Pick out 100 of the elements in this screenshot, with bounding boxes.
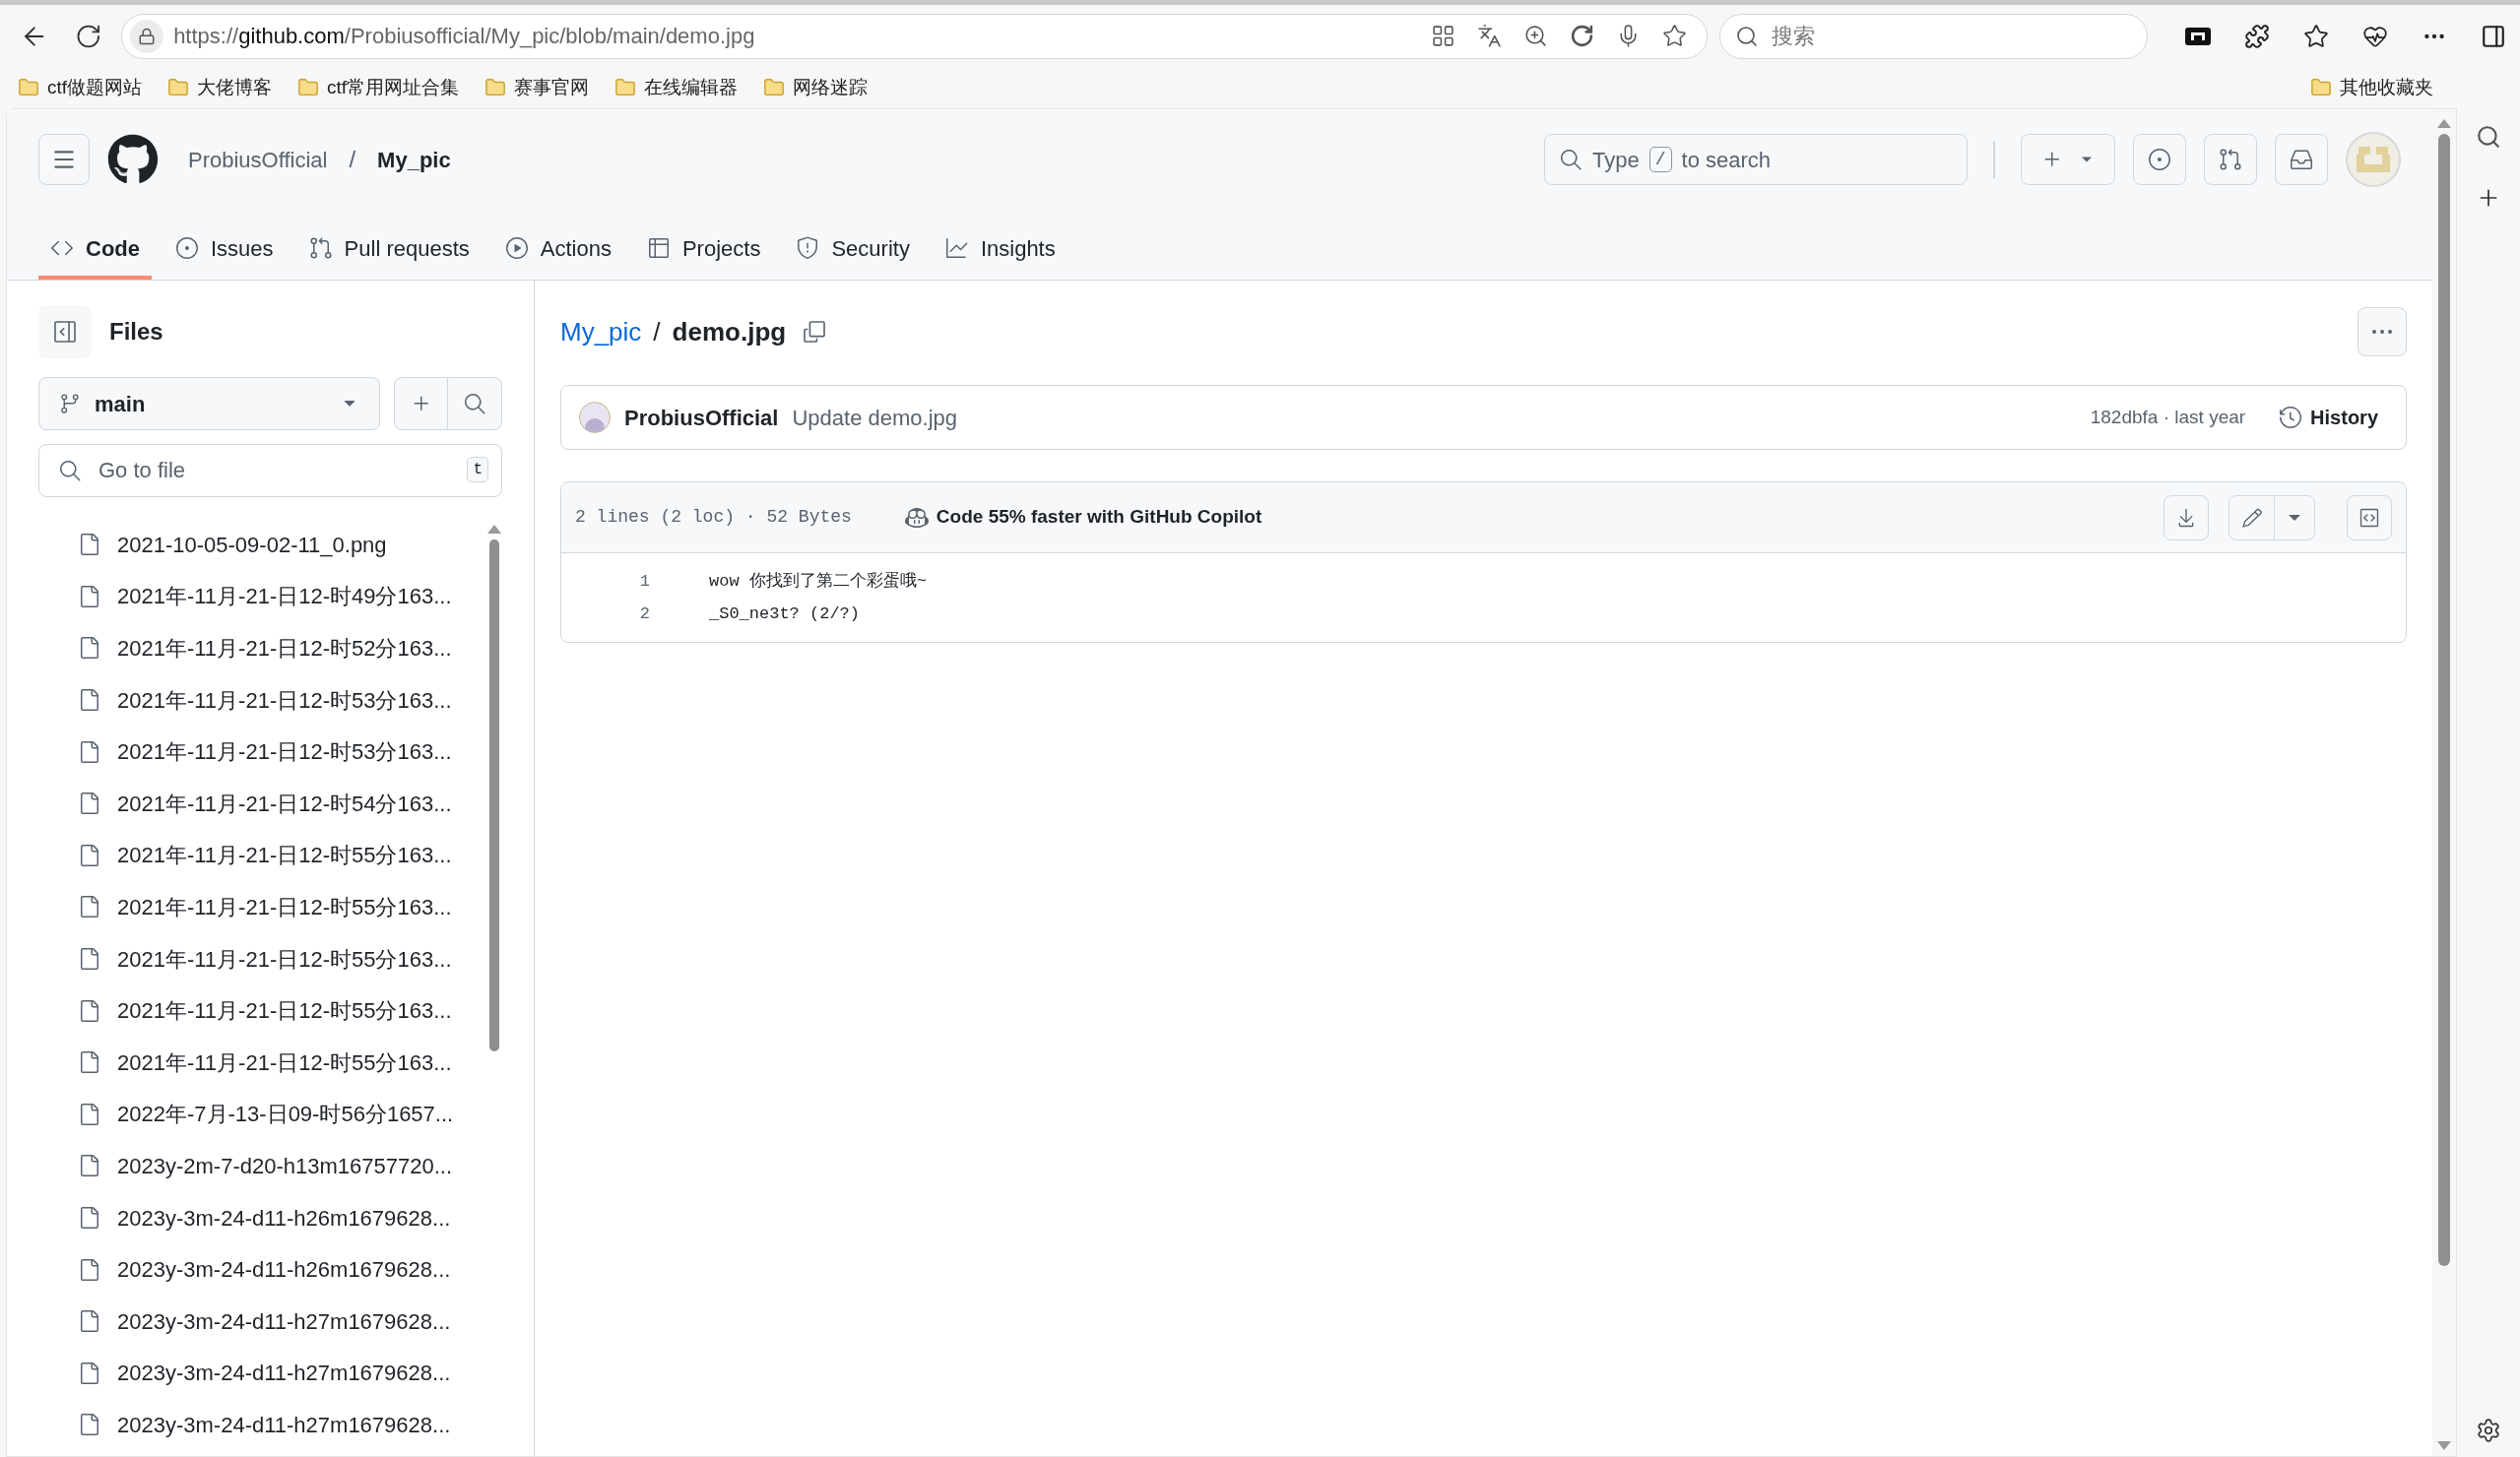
file-tree-item[interactable]: 2022年-7月-13-日09-时56分1657... [38,1088,486,1141]
file-tree-item[interactable]: 2021年-11月-21-日12-时55分163... [38,984,486,1037]
repo-tab[interactable]: Pull requests [296,221,482,280]
file-tree-item[interactable]: 2021年-11月-21-日12-时55分163... [38,881,486,933]
url-text: https://github.com/Probiusofficial/My_pic/blob/main/demo.jpg [173,23,755,50]
file-tree-item[interactable]: 2021年-11月-21-日12-时54分163... [38,777,486,830]
file-tree-item[interactable]: 2021年-11月-21-日12-时55分163... [38,829,486,882]
file-tree-item[interactable]: 2021年-11月-21-日12-时55分163... [38,1036,486,1089]
issues-button[interactable] [2133,134,2186,185]
file-tree-item[interactable]: 2021-10-05-09-02-11_0.png [38,519,486,571]
extensions-icon[interactable] [2244,23,2270,49]
file-tree-item[interactable]: 2023y-3m-24-d11-h27m1679628... [38,1295,486,1348]
file-icon [78,1361,101,1385]
branch-selector[interactable]: main [38,377,380,430]
favorites-list-icon[interactable] [2303,23,2329,49]
browser-search-field[interactable]: 搜索 [1718,13,2148,59]
file-tree-item[interactable]: 2023y-3m-24-d11-h26m1679628... [38,1243,486,1296]
inbox-button[interactable] [2275,134,2328,185]
graph-icon [944,236,969,260]
bookmark-item[interactable]: 在线编辑器 [614,73,739,102]
files-heading: Files [109,317,163,347]
folder-icon [763,77,786,98]
folder-icon [297,77,320,98]
copy-icon[interactable] [802,319,828,345]
file-icon [78,998,101,1023]
pull-request-icon [308,236,333,260]
file-tree-item[interactable]: 2023y-3m-24-d11-h27m1679628... [38,1399,486,1451]
collapse-sidebar-button[interactable] [38,305,92,358]
shortcut-key: t [467,457,488,482]
history-button[interactable]: History [2269,396,2388,439]
copilot-icon [904,505,929,530]
folder-icon [167,77,190,98]
file-icon [78,1102,101,1126]
issue-icon [2148,148,2171,171]
file-name: demo.jpg [672,315,787,348]
file-tree-item[interactable]: 2021年-11月-21-日12-时52分163... [38,622,486,674]
file-tree-item[interactable]: 2021年-11月-21-日12-时55分163... [38,932,486,985]
file-icon [78,1050,101,1075]
search-icon[interactable] [2476,124,2501,150]
search-icon [58,459,82,482]
bookmark-item[interactable]: 其他收藏夹 [2310,73,2433,102]
file-icon [78,1154,101,1178]
repo-tab[interactable]: Code [38,221,152,280]
bookmark-item[interactable]: 网络迷踪 [763,73,869,102]
copilot-link[interactable]: Code 55% faster with GitHub Copilot [904,503,1262,532]
owner-link[interactable]: ProbiusOfficial [188,143,328,176]
pull-request-icon [2219,148,2242,171]
bookmark-item[interactable]: 赛事官网 [485,73,590,102]
bookmark-item[interactable]: ctf做题网站 [18,73,143,102]
file-tree-item[interactable]: 2023y-3m-24-d11-h27m1679628... [38,1347,486,1400]
folder-icon [2310,77,2332,98]
repo-tab[interactable]: Security [784,221,922,280]
file-icon [78,843,101,867]
breadcrumb-link[interactable]: My_pic [560,312,642,351]
commit-meta: 182dbfa · last year [2090,405,2246,429]
github-logo-icon[interactable] [107,134,159,185]
download-button[interactable] [2164,494,2209,540]
zoom-icon[interactable] [1522,24,1548,48]
code-line: wow 你找到了第二个彩蛋哦~ [709,570,927,593]
more-icon [2372,330,2392,334]
repo-tab[interactable]: Projects [634,221,773,280]
file-tree-item[interactable]: 2021年-11月-21-日12-时49分163... [38,570,486,623]
settings-icon[interactable] [2476,1418,2501,1443]
file-stats: 2 lines (2 loc) · 52 Bytes [575,506,852,529]
page-scrollbar[interactable] [2432,109,2456,1456]
file-icon [78,1206,101,1230]
file-icon [78,636,101,661]
commit-message[interactable]: Update demo.jpg [792,401,958,434]
commit-author[interactable]: ProbiusOfficial [624,401,779,434]
file-icon [78,584,101,608]
history-icon [2279,406,2303,429]
favorite-icon[interactable] [1661,24,1687,48]
repo-tab[interactable]: Actions [492,221,623,280]
search-field[interactable]: Type / to search [1544,134,1968,185]
repo-tab[interactable]: Issues [163,221,286,280]
repo-link[interactable]: My_pic [377,143,451,176]
file-icon [78,895,101,919]
sidebar-icon [52,319,78,345]
file-tree-item[interactable]: 2023y-3m-24-d11-h26m1679628... [38,1191,486,1244]
file-icon [78,1413,101,1437]
file-tree-item[interactable]: 2023y-2m-7-d20-h13m16757720... [38,1140,486,1192]
bookmark-item[interactable]: 大佬博客 [167,73,273,102]
lock-icon[interactable] [130,19,164,53]
file-icon [78,792,101,816]
file-tree-item[interactable]: 2021年-11月-21-日12-时53分163... [38,726,486,778]
issue-icon [175,236,199,260]
pencil-icon [2240,506,2263,529]
code-icon [2358,506,2380,529]
pull-requests-button[interactable] [2204,134,2257,185]
app-grid-icon[interactable] [1430,24,1455,48]
raw-view-button[interactable] [2347,494,2392,540]
bookmark-item[interactable]: ctf常用网址合集 [297,73,460,102]
translate-icon[interactable] [1476,24,1502,48]
code-line: _S0_ne3t? (2/?) [709,602,861,625]
sidebar-toggle-icon[interactable] [2481,23,2506,49]
repo-tab[interactable]: Insights [933,221,1067,280]
menu-button[interactable] [38,134,90,185]
file-tree-item[interactable]: 2021年-11月-21-日12-时53分163... [38,673,486,727]
address-bar[interactable]: https://github.com/Probiusofficial/My_pic/blob/main/demo.jpg [121,13,1708,59]
file-icon [78,1257,101,1282]
